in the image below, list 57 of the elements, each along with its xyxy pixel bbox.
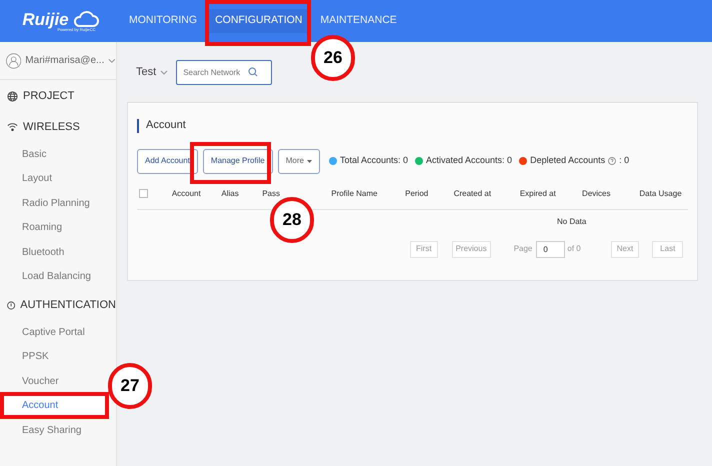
callout-number: 26 (311, 35, 355, 81)
sidebar-section[interactable]: WIRELESS (23, 118, 80, 136)
caret-icon (306, 160, 312, 162)
sidebar-section[interactable]: AUTHENTICATION (20, 296, 116, 314)
sidebar-item[interactable]: Basic (0, 142, 106, 166)
column-header: Created at (454, 188, 492, 200)
page-total: of 0 (567, 243, 581, 255)
next-button[interactable]: Next (610, 240, 640, 258)
help-icon (608, 157, 616, 165)
column-header: Alias (221, 188, 240, 200)
sidebar-item[interactable]: Easy Sharing (0, 418, 106, 442)
column-header: Period (405, 188, 430, 200)
last-button[interactable]: Last (652, 240, 684, 258)
globe-icon (7, 90, 18, 102)
search-field[interactable]: Search Network (176, 60, 272, 85)
column-header: Account (172, 188, 202, 200)
page-input[interactable]: 0 (536, 240, 566, 258)
toolbar-button[interactable]: Add Account (137, 148, 198, 174)
column-header: Data Usage (639, 188, 683, 200)
nav-tab[interactable]: MAINTENANCE (311, 9, 406, 33)
stat-label: Depleted Accounts (530, 154, 606, 168)
stat-value: : 0 (619, 154, 630, 168)
sidebar-item[interactable]: PPSK (0, 344, 106, 369)
avatar-icon (6, 52, 22, 70)
sidebar-item[interactable]: Bluetooth (0, 240, 106, 264)
first-button[interactable]: First (410, 240, 438, 258)
page-label: Page (514, 243, 532, 255)
wifi-icon (7, 122, 18, 132)
sidebar-item[interactable]: Load Balancing (0, 264, 106, 289)
column-header: Profile Name (331, 188, 378, 200)
sidebar-section[interactable]: PROJECT (23, 88, 74, 104)
cloud-icon (72, 10, 99, 28)
nav-tab[interactable]: MONITORING (120, 9, 206, 33)
column-header: Expired at (520, 188, 557, 200)
select-all-checkbox[interactable] (139, 189, 148, 198)
chevron-down-icon (160, 70, 168, 74)
toolbar-button[interactable]: Manage Profile (202, 148, 273, 174)
sidebar-item[interactable]: Roaming (0, 216, 106, 240)
toolbar-button[interactable]: More (278, 148, 320, 174)
search-icon (248, 67, 258, 77)
shield-icon (7, 300, 16, 310)
sidebar-item[interactable]: Voucher (0, 369, 106, 394)
column-header: Devices (582, 188, 612, 200)
user-name: Mari#marisa@e... (25, 54, 104, 68)
sidebar-item[interactable]: Layout (0, 166, 106, 191)
chevron-down-icon[interactable] (108, 58, 116, 64)
network-dropdown[interactable]: Test (136, 64, 168, 80)
sidebar-item[interactable]: Captive Portal (0, 320, 106, 344)
stat-label: Total Accounts: 0 (340, 154, 408, 168)
callout-number: 27 (108, 363, 152, 409)
column-header: Pass (262, 188, 282, 200)
empty-message: No Data (557, 216, 586, 228)
previous-button[interactable]: Previous (452, 240, 491, 258)
card-title: Account (146, 118, 186, 134)
logo: Ruijie (22, 10, 69, 28)
stat-label: Activated Accounts: 0 (426, 154, 512, 168)
sidebar-item[interactable]: Radio Planning (0, 191, 106, 216)
